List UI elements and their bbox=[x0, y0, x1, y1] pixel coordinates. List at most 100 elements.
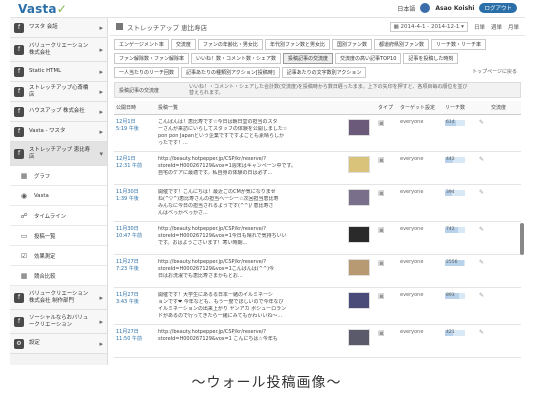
edit-icon[interactable]: ✎ bbox=[479, 189, 484, 196]
sidebar-item[interactable]: f ソーシャルならおバリュークリエーション ▸ bbox=[10, 310, 107, 334]
column-header[interactable] bbox=[346, 101, 376, 115]
sidebar-subitem[interactable]: ☑ 効果測定 bbox=[10, 246, 107, 266]
post-text-cell: http://beauty.hotpepper.jp/CSP/kr/reserv… bbox=[156, 221, 346, 255]
table-row[interactable]: 12月1日 12:31 午前 http://beauty.hotpepper.jp/… bbox=[114, 151, 521, 185]
post-thumbnail[interactable] bbox=[348, 329, 370, 346]
chevron-icon: ▸ bbox=[99, 107, 103, 116]
sidebar-item[interactable]: f ハウスアップ 株式会社 ▸ bbox=[10, 102, 107, 122]
chevron-icon: ▸ bbox=[99, 87, 103, 96]
facebook-icon: f bbox=[14, 44, 24, 55]
photo-type-icon: ▣ bbox=[378, 156, 385, 164]
back-to-top-link[interactable]: トップページに戻る bbox=[468, 67, 521, 78]
report-tab[interactable]: ファンの年齢比・男女比 bbox=[197, 39, 263, 50]
edit-icon[interactable]: ✎ bbox=[479, 226, 484, 233]
page-header: ストレッチアップ 恵比寿店 ▦ 2014-4-1 - 2014-12-1 ▾ 日… bbox=[110, 18, 525, 36]
post-date-cell[interactable]: 11月30日 10:47 午前 bbox=[114, 221, 156, 255]
column-header[interactable]: 投稿一覧 bbox=[156, 101, 346, 115]
chevron-icon: ▸ bbox=[99, 293, 103, 302]
sidebar-subitem[interactable]: ▦ 競合比較 bbox=[10, 266, 107, 286]
chart-icon: ▦ bbox=[20, 171, 28, 180]
column-header[interactable]: 公開日時 bbox=[114, 101, 156, 115]
table-row[interactable]: 12月1日 5:19 午後 こんばんは！恵比寿です☆今日は朝日堂の担当のスタ ーさんが… bbox=[114, 114, 521, 152]
sidebar-subitem[interactable]: ◉ Vasta bbox=[10, 186, 107, 206]
edit-icon[interactable]: ✎ bbox=[479, 259, 484, 266]
column-header[interactable]: タイプ bbox=[376, 101, 398, 115]
edit-icon[interactable]: ✎ bbox=[479, 329, 484, 336]
table-row[interactable]: 11月27日 11:50 午前 http://beauty.hotpepper.jp… bbox=[114, 324, 521, 358]
photo-type-icon: ▣ bbox=[378, 189, 385, 197]
report-tab[interactable]: 交流度の高い記事TOP10 bbox=[335, 53, 402, 64]
logout-button[interactable]: ログアウト bbox=[479, 3, 517, 13]
report-tab[interactable]: 記事あたりの文字数別アクション bbox=[281, 67, 367, 78]
sidebar-subitem[interactable]: ☍ タイムライン bbox=[10, 206, 107, 226]
audience: everyone bbox=[398, 221, 443, 255]
post-time: 7:23 午後 bbox=[116, 266, 139, 272]
report-tab[interactable]: ファン解除数・ファン解除率 bbox=[114, 53, 190, 64]
post-thumbnail[interactable] bbox=[348, 226, 370, 243]
post-date-cell[interactable]: 12月1日 5:19 午後 bbox=[114, 114, 156, 152]
post-thumbnail[interactable] bbox=[348, 119, 370, 136]
date-unit-month[interactable]: 月単 bbox=[508, 23, 519, 31]
report-tab[interactable]: エンゲージメント率 bbox=[114, 39, 169, 50]
edit-icon[interactable]: ✎ bbox=[479, 119, 484, 126]
vasta-logo[interactable]: Vasta✓ bbox=[18, 2, 67, 16]
sidebar-item[interactable]: f バリュークリエーション 株式会社 制作部門 ▸ bbox=[10, 286, 107, 310]
edit-icon[interactable]: ✎ bbox=[479, 292, 484, 299]
post-thumbnail[interactable] bbox=[348, 189, 370, 206]
timeline-icon: ☍ bbox=[20, 211, 28, 220]
audience: everyone bbox=[398, 287, 443, 325]
engagement-cell bbox=[489, 254, 521, 288]
date-unit-week[interactable]: 週単 bbox=[491, 23, 502, 31]
report-tab[interactable]: 投稿記事の交流度 bbox=[283, 53, 334, 64]
post-thumbnail[interactable] bbox=[348, 156, 370, 173]
notice-title: 投稿記事の交流度 bbox=[119, 87, 160, 94]
language-selector[interactable]: 日本語 bbox=[397, 4, 415, 13]
column-header[interactable]: ターゲット設定 bbox=[398, 101, 443, 115]
report-tab[interactable]: 記事あたりの種類別アクション[投稿時] bbox=[181, 67, 280, 78]
column-header[interactable]: 交流度 bbox=[489, 101, 521, 115]
post-date-cell[interactable]: 11月27日 3:43 午後 bbox=[114, 287, 156, 325]
sidebar-item[interactable]: f ストレッチアップ心斎橋店 ▸ bbox=[10, 82, 107, 102]
sidebar-item[interactable]: f バリュークリエーション 株式会社 ▸ bbox=[10, 38, 107, 62]
report-tab[interactable]: 交流度 bbox=[170, 39, 196, 50]
sidebar-item[interactable]: ⚙ 設定 ▸ bbox=[10, 334, 107, 354]
sidebar-item[interactable]: f ワスタ 会話 ▸ bbox=[10, 18, 107, 38]
sidebar-item[interactable]: f Vasta - ワスタ ▸ bbox=[10, 122, 107, 142]
audience: everyone bbox=[398, 114, 443, 152]
column-header[interactable] bbox=[477, 101, 489, 115]
post-date-cell[interactable]: 11月27日 7:23 午後 bbox=[114, 254, 156, 288]
edit-icon[interactable]: ✎ bbox=[479, 156, 484, 163]
report-tab[interactable]: リーチ数・リーチ率 bbox=[430, 39, 486, 50]
table-row[interactable]: 11月30日 10:47 午前 http://beauty.hotpepper.jp… bbox=[114, 221, 521, 255]
report-tab[interactable]: 記事を投稿した時刻 bbox=[403, 53, 459, 64]
engagement-cell bbox=[489, 221, 521, 255]
post-text-line: イルミネーションの出来上がり ヤンアカ ポシューロラン bbox=[158, 306, 287, 312]
post-thumbnail[interactable] bbox=[348, 259, 370, 276]
list-icon: ▭ bbox=[20, 231, 28, 240]
report-tab[interactable]: 年代別ファン数と男女比 bbox=[264, 39, 330, 50]
table-row[interactable]: 11月27日 7:23 午後 http://beauty.hotpepper.jp/… bbox=[114, 254, 521, 288]
scrollbar[interactable] bbox=[520, 223, 524, 255]
sidebar-subitem[interactable]: ▦ グラフ bbox=[10, 166, 107, 186]
post-text-line: 開催です！大学生にあるる日本ー緒のイルミネーシ bbox=[158, 292, 273, 298]
column-header[interactable]: リーチ数 bbox=[443, 101, 477, 115]
sidebar-subitem-label: 競合比較 bbox=[34, 273, 56, 280]
post-date-cell[interactable]: 11月30日 1:39 午後 bbox=[114, 184, 156, 222]
post-date-cell[interactable]: 11月27日 11:50 午前 bbox=[114, 324, 156, 358]
sidebar-item[interactable]: f Static HTML ▸ bbox=[10, 62, 107, 82]
sidebar-subitem[interactable]: ▭ 投稿一覧 bbox=[10, 226, 107, 246]
post-thumbnail[interactable] bbox=[348, 292, 370, 309]
date-range-picker[interactable]: ▦ 2014-4-1 - 2014-12-1 ▾ bbox=[389, 21, 468, 32]
date-unit-day[interactable]: 日単 bbox=[474, 23, 485, 31]
table-row[interactable]: 11月30日 1:39 午後 開催です！こんにちは！最近ごのCMが気になりませ ね(^… bbox=[114, 184, 521, 222]
sidebar-subitem-label: 投稿一覧 bbox=[34, 233, 56, 240]
post-date-cell[interactable]: 12月1日 12:31 午前 bbox=[114, 151, 156, 185]
report-tab[interactable]: 都道府県別ファン数 bbox=[373, 39, 429, 50]
report-tab[interactable]: 国別ファン数 bbox=[331, 39, 372, 50]
table-row[interactable]: 11月27日 3:43 午後 開催です！大学生にあるる日本ー緒のイルミネーシ ョンです… bbox=[114, 287, 521, 325]
post-text-cell: http://beauty.hotpepper.jp/CSP/kr/reserv… bbox=[156, 254, 346, 288]
report-tab[interactable]: いいね！数・コメント数・シェア数 bbox=[191, 53, 282, 64]
report-tab[interactable]: 一人当たりのリーチ回数 bbox=[114, 67, 180, 78]
sidebar-item[interactable]: f ストレッチアップ 恵比寿店 ▾ bbox=[10, 142, 107, 166]
post-date: 11月30日 bbox=[116, 226, 139, 232]
